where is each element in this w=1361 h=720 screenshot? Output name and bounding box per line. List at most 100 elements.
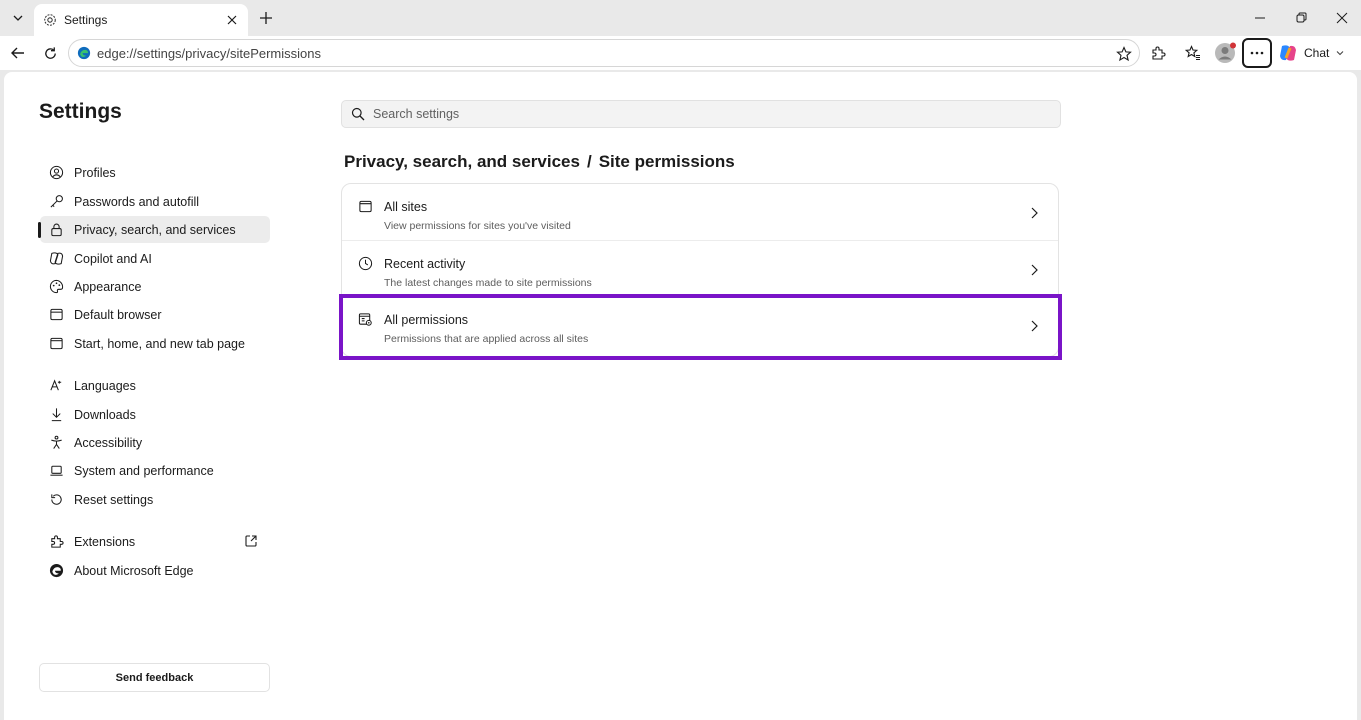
arrow-left-icon bbox=[11, 47, 24, 59]
copilot-chat-button[interactable]: Chat bbox=[1278, 42, 1345, 64]
browser-icon bbox=[48, 307, 64, 323]
sidebar-item-label: Languages bbox=[74, 378, 136, 393]
external-link-icon bbox=[244, 534, 258, 548]
puzzle-icon bbox=[48, 534, 64, 550]
refresh-icon bbox=[44, 46, 56, 59]
settings-page: Settings Profiles Passwords and autofill… bbox=[4, 72, 1357, 720]
language-icon bbox=[48, 378, 64, 394]
palette-icon bbox=[48, 279, 64, 295]
sidebar-item-label: About Microsoft Edge bbox=[74, 563, 194, 578]
more-icon bbox=[1250, 51, 1264, 55]
sidebar-item-languages[interactable]: Languages bbox=[40, 372, 270, 399]
row-subtitle: The latest changes made to site permissi… bbox=[384, 277, 592, 289]
breadcrumb-parent[interactable]: Privacy, search, and services bbox=[344, 152, 580, 172]
extensions-button[interactable] bbox=[1145, 40, 1171, 66]
restore-button[interactable] bbox=[1287, 6, 1315, 30]
sidebar-item-start-home[interactable]: Start, home, and new tab page bbox=[40, 330, 270, 357]
search-settings-input[interactable]: Search settings bbox=[341, 100, 1061, 128]
close-icon[interactable] bbox=[224, 12, 240, 28]
row-title: Recent activity bbox=[384, 257, 466, 271]
tab-strip: Settings bbox=[0, 0, 1361, 36]
breadcrumb: Privacy, search, and services / Site per… bbox=[344, 152, 735, 172]
chevron-down-icon bbox=[13, 15, 23, 21]
clock-icon bbox=[357, 255, 373, 271]
puzzle-icon bbox=[1152, 46, 1166, 60]
gear-icon bbox=[42, 12, 58, 28]
sidebar-item-reset[interactable]: Reset settings bbox=[40, 486, 270, 513]
add-favorite-button[interactable] bbox=[1115, 45, 1133, 63]
tab-actions-button[interactable] bbox=[6, 6, 30, 30]
edge-logo-icon bbox=[77, 46, 91, 60]
breadcrumb-separator: / bbox=[586, 152, 592, 171]
page-title: Settings bbox=[39, 100, 122, 123]
highlight-box bbox=[339, 294, 1062, 360]
download-icon bbox=[48, 407, 64, 423]
sidebar-item-passwords[interactable]: Passwords and autofill bbox=[40, 188, 270, 215]
lock-icon bbox=[48, 222, 64, 238]
row-subtitle: View permissions for sites you've visite… bbox=[384, 220, 571, 232]
copilot-icon bbox=[1280, 45, 1296, 61]
close-window-button[interactable] bbox=[1328, 6, 1356, 30]
sidebar-item-downloads[interactable]: Downloads bbox=[40, 401, 270, 428]
tab-settings[interactable]: Settings bbox=[34, 4, 248, 36]
back-button[interactable] bbox=[5, 40, 31, 66]
all-sites-row[interactable]: All sites View permissions for sites you… bbox=[342, 184, 1058, 240]
chevron-right-icon bbox=[1028, 207, 1040, 219]
home-icon bbox=[48, 336, 64, 352]
avatar-icon bbox=[1215, 42, 1236, 63]
sidebar-item-label: Extensions bbox=[74, 534, 136, 549]
favorites-icon bbox=[1185, 45, 1200, 61]
sidebar-item-label: Copilot and AI bbox=[74, 251, 152, 266]
sidebar-item-default-browser[interactable]: Default browser bbox=[40, 301, 270, 328]
sidebar-item-privacy[interactable]: Privacy, search, and services bbox=[38, 216, 270, 243]
copilot-icon bbox=[48, 251, 64, 267]
profile-button[interactable] bbox=[1212, 40, 1238, 66]
new-tab-button[interactable] bbox=[256, 8, 276, 28]
chevron-down-icon bbox=[1336, 51, 1344, 56]
chat-label: Chat bbox=[1304, 46, 1330, 60]
sidebar-item-system[interactable]: System and performance bbox=[40, 457, 270, 484]
chevron-right-icon bbox=[1028, 264, 1040, 276]
minimize-icon bbox=[1255, 17, 1265, 19]
sidebar-item-label: Passwords and autofill bbox=[74, 194, 200, 209]
sidebar-item-label: Default browser bbox=[74, 307, 162, 322]
accessibility-icon bbox=[48, 435, 64, 451]
row-title: All sites bbox=[384, 200, 428, 214]
plus-icon bbox=[260, 12, 272, 24]
toolbar: edge://settings/privacy/sitePermissions … bbox=[0, 36, 1361, 70]
close-icon bbox=[1336, 12, 1348, 24]
laptop-icon bbox=[48, 463, 64, 479]
settings-and-more-button[interactable] bbox=[1242, 38, 1272, 68]
sidebar-item-label: Privacy, search, and services bbox=[74, 222, 236, 237]
recent-activity-row[interactable]: Recent activity The latest changes made … bbox=[342, 240, 1058, 296]
sidebar-item-label: Appearance bbox=[74, 279, 142, 294]
sidebar-item-profiles[interactable]: Profiles bbox=[40, 159, 270, 186]
sidebar-item-label: Reset settings bbox=[74, 492, 154, 507]
send-feedback-button[interactable]: Send feedback bbox=[39, 663, 270, 692]
sidebar-item-copilot[interactable]: Copilot and AI bbox=[40, 245, 270, 272]
key-icon bbox=[48, 194, 64, 210]
sidebar-item-label: Accessibility bbox=[74, 435, 143, 450]
edge-icon bbox=[48, 563, 64, 579]
star-icon bbox=[1116, 46, 1132, 62]
minimize-button[interactable] bbox=[1246, 6, 1274, 30]
reset-icon bbox=[48, 492, 64, 508]
refresh-button[interactable] bbox=[37, 40, 63, 66]
sidebar-item-label: Downloads bbox=[74, 407, 136, 422]
address-bar[interactable]: edge://settings/privacy/sitePermissions bbox=[68, 39, 1140, 67]
sidebar-item-appearance[interactable]: Appearance bbox=[40, 273, 270, 300]
sidebar-item-extensions[interactable]: Extensions bbox=[40, 528, 270, 555]
sidebar-item-accessibility[interactable]: Accessibility bbox=[40, 429, 270, 456]
all-sites-icon bbox=[357, 198, 373, 214]
sidebar-item-about[interactable]: About Microsoft Edge bbox=[40, 557, 270, 584]
profile-icon bbox=[48, 165, 64, 181]
url-text: edge://settings/privacy/sitePermissions bbox=[97, 45, 321, 61]
sidebar-item-label: Profiles bbox=[74, 165, 116, 180]
tab-title: Settings bbox=[64, 13, 108, 27]
favorites-button[interactable] bbox=[1180, 40, 1206, 66]
breadcrumb-current: Site permissions bbox=[598, 152, 735, 171]
settings-sidebar: Settings Profiles Passwords and autofill… bbox=[4, 72, 279, 720]
search-icon bbox=[351, 107, 365, 121]
search-placeholder: Search settings bbox=[373, 107, 460, 121]
sidebar-item-label: System and performance bbox=[74, 463, 214, 478]
